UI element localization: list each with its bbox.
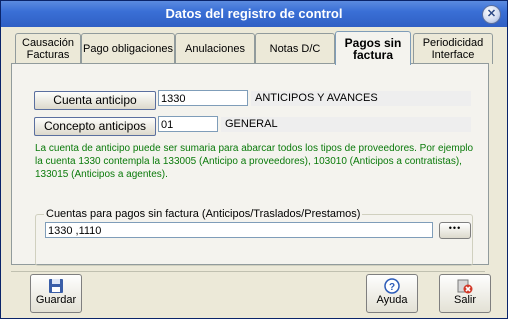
tab-label: Pagos sin factura xyxy=(344,35,402,62)
salir-button[interactable]: Salir xyxy=(439,274,491,313)
exit-icon xyxy=(457,279,473,294)
cuentas-pagos-input[interactable]: 1330 ,1110 xyxy=(45,222,433,238)
tab-causacion-facturas[interactable]: Causación Facturas xyxy=(15,33,81,64)
floppy-disk-icon xyxy=(49,279,63,293)
svg-text:?: ? xyxy=(389,282,395,293)
tab-periodicidad-interface[interactable]: Periodicidad Interface xyxy=(413,33,493,64)
tab-label: Periodicidad Interface xyxy=(422,37,484,61)
cuentas-group-caption: Cuentas para pagos sin factura (Anticipo… xyxy=(44,208,363,220)
tab-label: Pago obligaciones xyxy=(83,43,173,55)
tab-pagos-sin-factura[interactable]: Pagos sin factura xyxy=(335,31,411,65)
guardar-button[interactable]: Guardar xyxy=(30,274,82,313)
close-button[interactable]: ✕ xyxy=(482,5,501,24)
concepto-anticipos-description: GENERAL xyxy=(221,117,471,132)
ayuda-button[interactable]: ? Ayuda xyxy=(366,274,418,313)
button-label: Ayuda xyxy=(376,294,408,306)
close-icon: ✕ xyxy=(486,8,497,20)
concepto-anticipos-button[interactable]: Concepto anticipos xyxy=(34,117,156,136)
cuenta-anticipo-description: ANTICIPOS Y AVANCES xyxy=(251,91,471,106)
ellipsis-icon: ••• xyxy=(448,223,462,233)
tab-label: Causación Facturas xyxy=(22,37,74,61)
title-bar[interactable]: Datos del registro de control ✕ xyxy=(1,1,507,27)
tab-notas-dc[interactable]: Notas D/C xyxy=(255,33,335,64)
window-title: Datos del registro de control xyxy=(165,6,343,21)
tab-label: Anulaciones xyxy=(185,43,245,55)
button-label: Cuenta anticipo xyxy=(53,93,137,107)
tab-pago-obligaciones[interactable]: Pago obligaciones xyxy=(81,33,175,64)
button-label: Salir xyxy=(453,294,476,306)
tab-anulaciones[interactable]: Anulaciones xyxy=(175,33,255,64)
button-label: Concepto anticipos xyxy=(43,119,147,133)
cuenta-anticipo-button[interactable]: Cuenta anticipo xyxy=(34,91,156,110)
cuenta-anticipo-input[interactable]: 1330 xyxy=(158,90,248,106)
tab-label: Notas D/C xyxy=(269,43,321,55)
dialog-window: Datos del registro de control ✕ Causació… xyxy=(0,0,508,319)
cuenta-anticipo-note: La cuenta de anticipo puede ser sumaria … xyxy=(35,143,474,180)
question-icon: ? xyxy=(384,278,400,294)
browse-cuentas-button[interactable]: ••• xyxy=(439,222,471,239)
concepto-anticipos-input[interactable]: 01 xyxy=(158,116,218,132)
button-label: Guardar xyxy=(35,294,77,306)
